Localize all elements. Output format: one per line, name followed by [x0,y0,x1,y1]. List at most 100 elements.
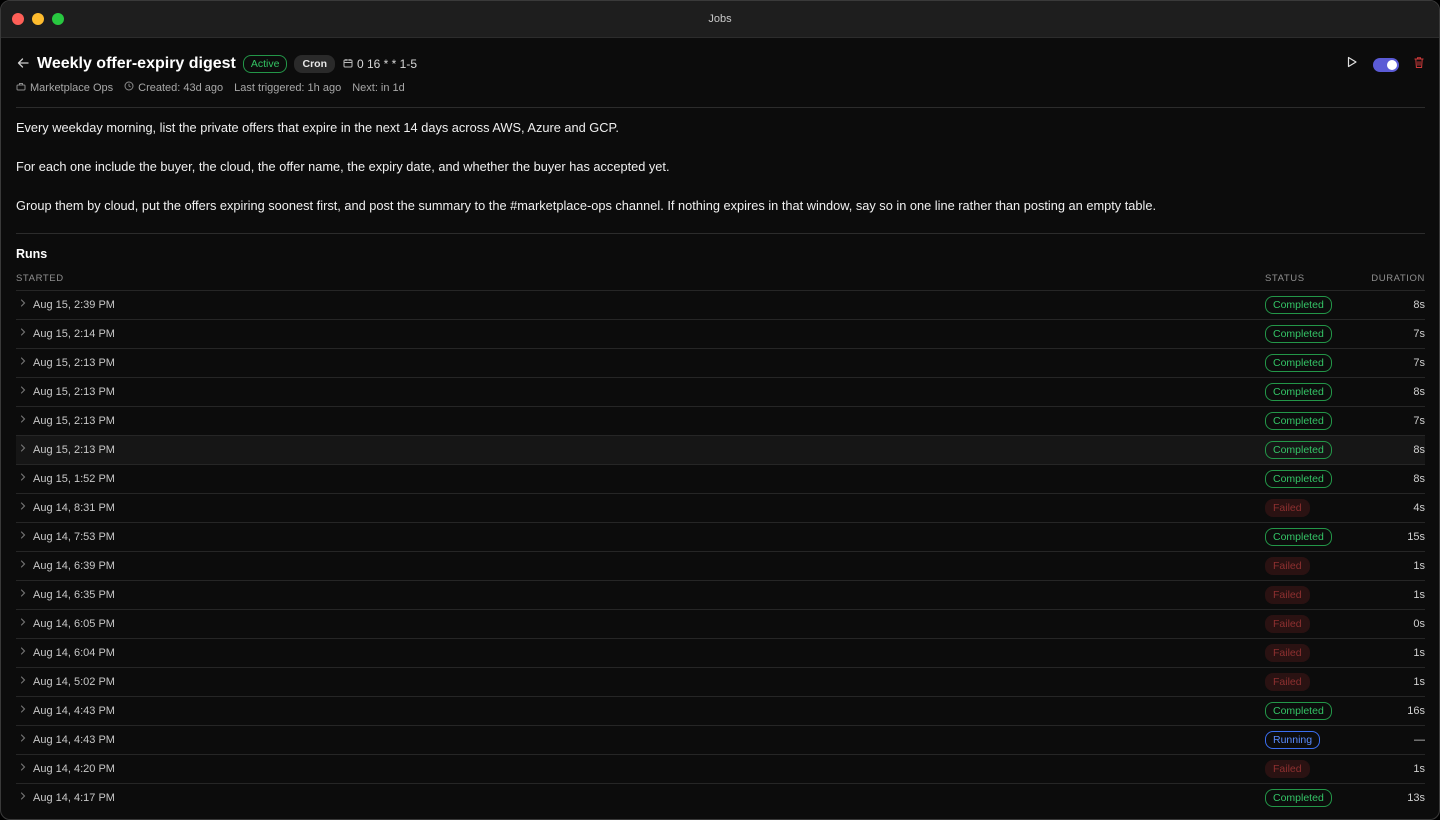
chevron-right-icon[interactable] [19,733,27,746]
column-header-started[interactable]: STARTED [16,273,64,284]
run-status: Completed [1265,412,1332,430]
chevron-right-icon[interactable] [19,559,27,572]
run-status: Failed [1265,644,1310,662]
chevron-right-icon[interactable] [19,356,27,369]
chevron-right-icon[interactable] [19,588,27,601]
table-row[interactable]: Aug 15, 2:14 PM Completed 7s [16,319,1425,348]
chevron-right-icon[interactable] [19,762,27,775]
chevron-right-icon[interactable] [19,530,27,543]
chevron-right-icon[interactable] [19,704,27,717]
run-status: Completed [1265,354,1332,372]
table-row[interactable]: Aug 15, 2:13 PM Completed 8s [16,377,1425,406]
clock-icon [124,81,134,94]
runs-table: Aug 15, 2:39 PM Completed 8s Aug 15, 2:14 P… [16,290,1425,812]
run-status: Failed [1265,586,1310,604]
run-duration: 1s [1413,647,1425,659]
run-status: Completed [1265,296,1332,314]
run-started: Aug 15, 2:14 PM [33,328,115,340]
table-row[interactable]: Aug 14, 6:04 PM Failed 1s [16,638,1425,667]
run-duration: — [1414,734,1425,746]
run-started: Aug 15, 2:13 PM [33,357,115,369]
run-started: Aug 15, 2:39 PM [33,299,115,311]
next-run-label: Next: in 1d [352,81,405,94]
run-started: Aug 15, 2:13 PM [33,444,115,456]
table-row[interactable]: Aug 15, 2:39 PM Completed 8s [16,290,1425,319]
table-row[interactable]: Aug 14, 4:43 PM Running — [16,725,1425,754]
run-duration: 8s [1413,299,1425,311]
run-status: Completed [1265,383,1332,401]
status-badge: Completed [1265,296,1332,314]
chevron-right-icon[interactable] [19,385,27,398]
status-badge: Completed [1265,325,1332,343]
run-status: Completed [1265,470,1332,488]
job-detail: Weekly offer-expiry digest Active Cron 0… [16,37,1425,819]
table-row[interactable]: Aug 14, 6:35 PM Failed 1s [16,580,1425,609]
run-started: Aug 15, 2:13 PM [33,386,115,398]
run-duration: 8s [1413,473,1425,485]
window-title: Jobs [708,13,732,25]
chevron-right-icon[interactable] [19,443,27,456]
run-status: Failed [1265,557,1310,575]
chevron-right-icon[interactable] [19,414,27,427]
table-row[interactable]: Aug 15, 1:52 PM Completed 8s [16,464,1425,493]
team-icon [16,81,26,94]
status-badge: Completed [1265,383,1332,401]
chevron-right-icon[interactable] [19,472,27,485]
run-duration: 1s [1413,676,1425,688]
job-actions [1345,55,1425,74]
status-badge: Completed [1265,441,1332,459]
status-badge: Failed [1265,557,1310,575]
run-duration: 0s [1413,618,1425,630]
run-duration: 8s [1413,386,1425,398]
trigger-badge: Cron [294,55,335,73]
chevron-right-icon[interactable] [19,646,27,659]
play-icon [1347,56,1357,68]
run-status: Completed [1265,441,1332,459]
status-badge: Active [242,55,288,73]
job-title: Weekly offer-expiry digest [37,55,236,72]
status-badge: Completed [1265,528,1332,546]
run-duration: 16s [1407,705,1425,717]
table-row[interactable]: Aug 15, 2:13 PM Completed 7s [16,406,1425,435]
column-header-duration[interactable]: DURATION [1371,273,1425,284]
column-header-status[interactable]: STATUS [1265,273,1305,284]
run-started: Aug 14, 6:04 PM [33,647,115,659]
table-row[interactable]: Aug 14, 7:53 PM Completed 15s [16,522,1425,551]
run-duration: 7s [1413,415,1425,427]
run-now-button[interactable] [1345,55,1359,74]
runs-title: Runs [16,247,48,261]
chevron-right-icon[interactable] [19,298,27,311]
table-row[interactable]: Aug 15, 2:13 PM Completed 7s [16,348,1425,377]
chevron-right-icon[interactable] [19,617,27,630]
back-button[interactable] [16,56,32,72]
run-started: Aug 15, 2:13 PM [33,415,115,427]
description-paragraph: Group them by cloud, put the offers expi… [16,198,1157,213]
table-row[interactable]: Aug 14, 6:39 PM Failed 1s [16,551,1425,580]
table-row[interactable]: Aug 14, 8:31 PM Failed 4s [16,493,1425,522]
last-triggered-label: Last triggered: 1h ago [234,81,342,94]
run-status: Completed [1265,789,1332,807]
run-started: Aug 15, 1:52 PM [33,473,115,485]
table-row[interactable]: Aug 14, 4:43 PM Completed 16s [16,696,1425,725]
table-row[interactable]: Aug 14, 5:02 PM Failed 1s [16,667,1425,696]
job-description: Every weekday morning, list the private … [16,119,1425,236]
job-header: Weekly offer-expiry digest Active Cron 0… [16,51,1425,77]
run-status: Failed [1265,673,1310,691]
run-started: Aug 14, 7:53 PM [33,531,115,543]
chevron-right-icon[interactable] [19,791,27,804]
run-duration: 1s [1413,560,1425,572]
table-row[interactable]: Aug 14, 4:20 PM Failed 1s [16,754,1425,783]
status-badge: Completed [1265,354,1332,372]
delete-job-button[interactable] [1413,56,1425,74]
table-row[interactable]: Aug 14, 4:17 PM Completed 13s [16,783,1425,812]
table-row[interactable]: Aug 14, 6:05 PM Failed 0s [16,609,1425,638]
chevron-right-icon[interactable] [19,501,27,514]
table-row[interactable]: Aug 15, 2:13 PM Completed 8s [16,435,1425,464]
chevron-right-icon[interactable] [19,327,27,340]
created-label: Created: 43d ago [138,81,224,94]
chevron-right-icon[interactable] [19,675,27,688]
status-badge: Failed [1265,673,1310,691]
trash-icon [1414,56,1424,68]
status-badge: Completed [1265,412,1332,430]
enabled-toggle[interactable] [1373,57,1399,72]
